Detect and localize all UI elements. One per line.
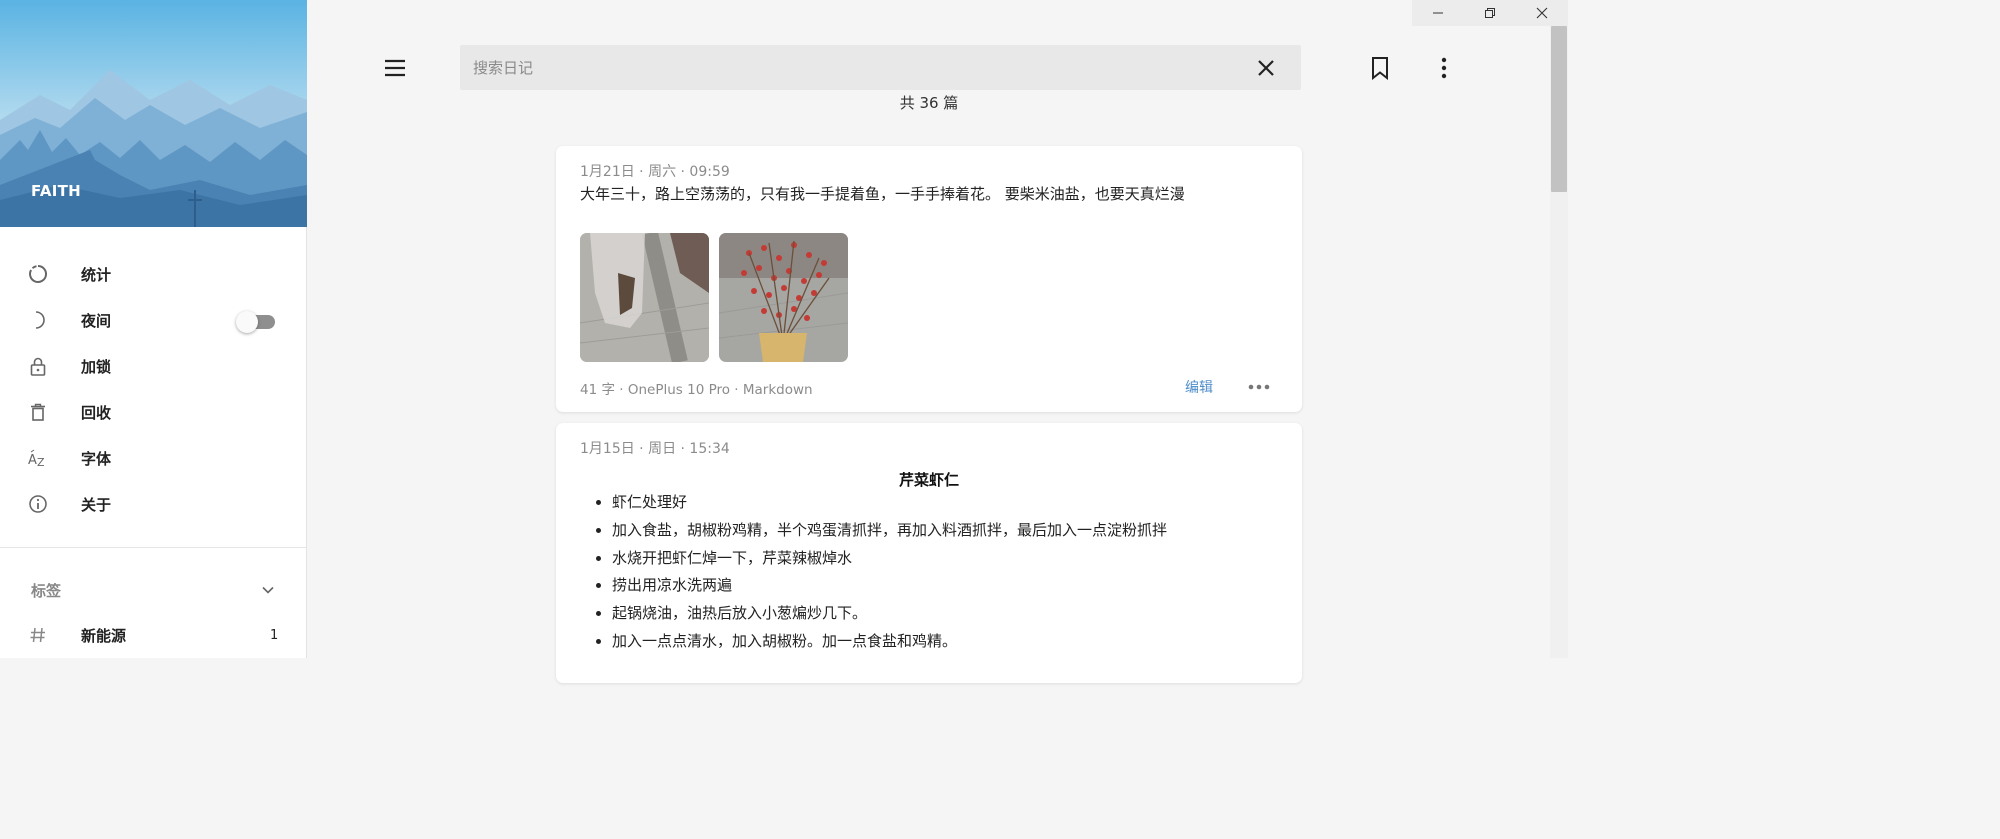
clear-search-button[interactable] <box>1254 56 1278 80</box>
tag-label: 新能源 <box>81 626 127 645</box>
fish-bag-photo <box>580 233 709 362</box>
list-item: 虾仁处理好 <box>612 493 1167 521</box>
profile-banner: FAITH <box>0 0 307 227</box>
window-controls <box>1412 0 1568 26</box>
diary-entry-card[interactable]: 1月21日 · 周六 · 09:59 大年三十，路上空荡荡的，只有我一手提着鱼，… <box>556 146 1302 412</box>
close-icon <box>1536 7 1548 19</box>
tag-count: 1 <box>270 627 279 643</box>
recipe-steps-list: 虾仁处理好 加入食盐，胡椒粉鸡精，半个鸡蛋清抓拌，再加入料酒抓拌，最后加入一点淀… <box>612 493 1167 660</box>
entry-title: 芹菜虾仁 <box>898 471 959 489</box>
tag-item[interactable]: 新能源 1 <box>0 613 306 657</box>
search-input[interactable] <box>460 45 1254 90</box>
red-berry-branches-photo <box>719 233 848 362</box>
lock-icon <box>28 356 48 376</box>
list-item: 捞出用凉水洗两遍 <box>612 576 1167 604</box>
edit-entry-link[interactable]: 编辑 <box>1185 377 1213 397</box>
sidebar-item-label: 统计 <box>81 265 112 284</box>
list-item: 起锅烧油，油热后放入小葱煸炒几下。 <box>612 604 1167 632</box>
search-bar <box>460 45 1301 90</box>
sidebar-item-label: 关于 <box>81 495 112 514</box>
sidebar: FAITH 统计 夜间 加锁 回收 A Z 字体 关于 标签 新能源 1 <box>0 0 307 658</box>
hash-icon <box>28 625 48 645</box>
sidebar-item-label: 字体 <box>81 449 112 468</box>
sidebar-item-label: 夜间 <box>81 311 112 330</box>
sidebar-item-about[interactable]: 关于 <box>0 481 306 527</box>
font-az-icon: AZ <box>28 448 48 468</box>
entry-meta: 1月15日 · 周日 · 15:34 <box>580 441 730 457</box>
svg-text:Z: Z <box>37 456 45 468</box>
hamburger-icon <box>385 59 405 77</box>
more-vertical-icon <box>1441 57 1447 79</box>
entry-image-fish-bag[interactable] <box>580 233 709 362</box>
sidebar-item-lock[interactable]: 加锁 <box>0 343 306 389</box>
tags-title: 标签 <box>31 581 62 600</box>
bookmark-button[interactable] <box>1368 56 1392 81</box>
list-item: 加入一点点清水，加入胡椒粉。加一点食盐和鸡精。 <box>612 632 1167 660</box>
entry-meta: 1月21日 · 周六 · 09:59 <box>580 164 730 180</box>
menu-button[interactable] <box>383 57 407 79</box>
close-window-button[interactable] <box>1516 0 1568 26</box>
more-horizontal-icon <box>1248 384 1270 390</box>
sidebar-item-label: 加锁 <box>81 357 112 376</box>
close-icon <box>1258 59 1274 76</box>
svg-text:A: A <box>28 453 37 468</box>
bookmark-icon <box>1372 57 1388 81</box>
sidebar-divider <box>0 547 306 548</box>
info-icon <box>28 494 48 514</box>
restore-icon <box>1485 8 1495 18</box>
toggle-knob <box>236 311 258 333</box>
entry-footer-info: 41 字 · OnePlus 10 Pro · Markdown <box>580 382 813 398</box>
restore-button[interactable] <box>1464 0 1516 26</box>
entry-count: 共 36 篇 <box>899 94 959 112</box>
entry-text: 大年三十，路上空荡荡的，只有我一手提着鱼，一手手捧着花。 要柴米油盐，也要天真烂… <box>580 185 1185 203</box>
diary-entry-card[interactable]: 1月15日 · 周日 · 15:34 芹菜虾仁 虾仁处理好 加入食盐，胡椒粉鸡精… <box>556 423 1302 683</box>
sidebar-item-label: 回收 <box>81 403 112 422</box>
vertical-scrollbar[interactable] <box>1550 26 1568 658</box>
scrollbar-thumb[interactable] <box>1551 26 1567 192</box>
moon-icon <box>28 310 48 330</box>
minimize-icon <box>1433 12 1443 14</box>
profile-name: FAITH <box>31 182 82 200</box>
entry-more-button[interactable] <box>1247 378 1271 396</box>
entry-image-red-berry-branches[interactable] <box>719 233 848 362</box>
night-mode-toggle[interactable] <box>236 311 276 333</box>
trash-icon <box>28 402 48 422</box>
tags-section-header[interactable]: 标签 <box>0 567 306 613</box>
sidebar-item-font[interactable]: AZ 字体 <box>0 435 306 481</box>
list-item: 水烧开把虾仁焯一下，芹菜辣椒焯水 <box>612 549 1167 577</box>
stats-ring-icon <box>28 264 48 284</box>
overflow-menu-button[interactable] <box>1432 56 1456 80</box>
list-item: 加入食盐，胡椒粉鸡精，半个鸡蛋清抓拌，再加入料酒抓拌，最后加入一点淀粉抓拌 <box>612 521 1167 549</box>
sidebar-item-night-mode[interactable]: 夜间 <box>0 297 306 343</box>
sidebar-menu: 统计 夜间 加锁 回收 AZ 字体 关于 <box>0 227 306 527</box>
minimize-button[interactable] <box>1412 0 1464 26</box>
chevron-down-icon <box>262 586 274 594</box>
sidebar-item-trash[interactable]: 回收 <box>0 389 306 435</box>
sidebar-item-stats[interactable]: 统计 <box>0 251 306 297</box>
